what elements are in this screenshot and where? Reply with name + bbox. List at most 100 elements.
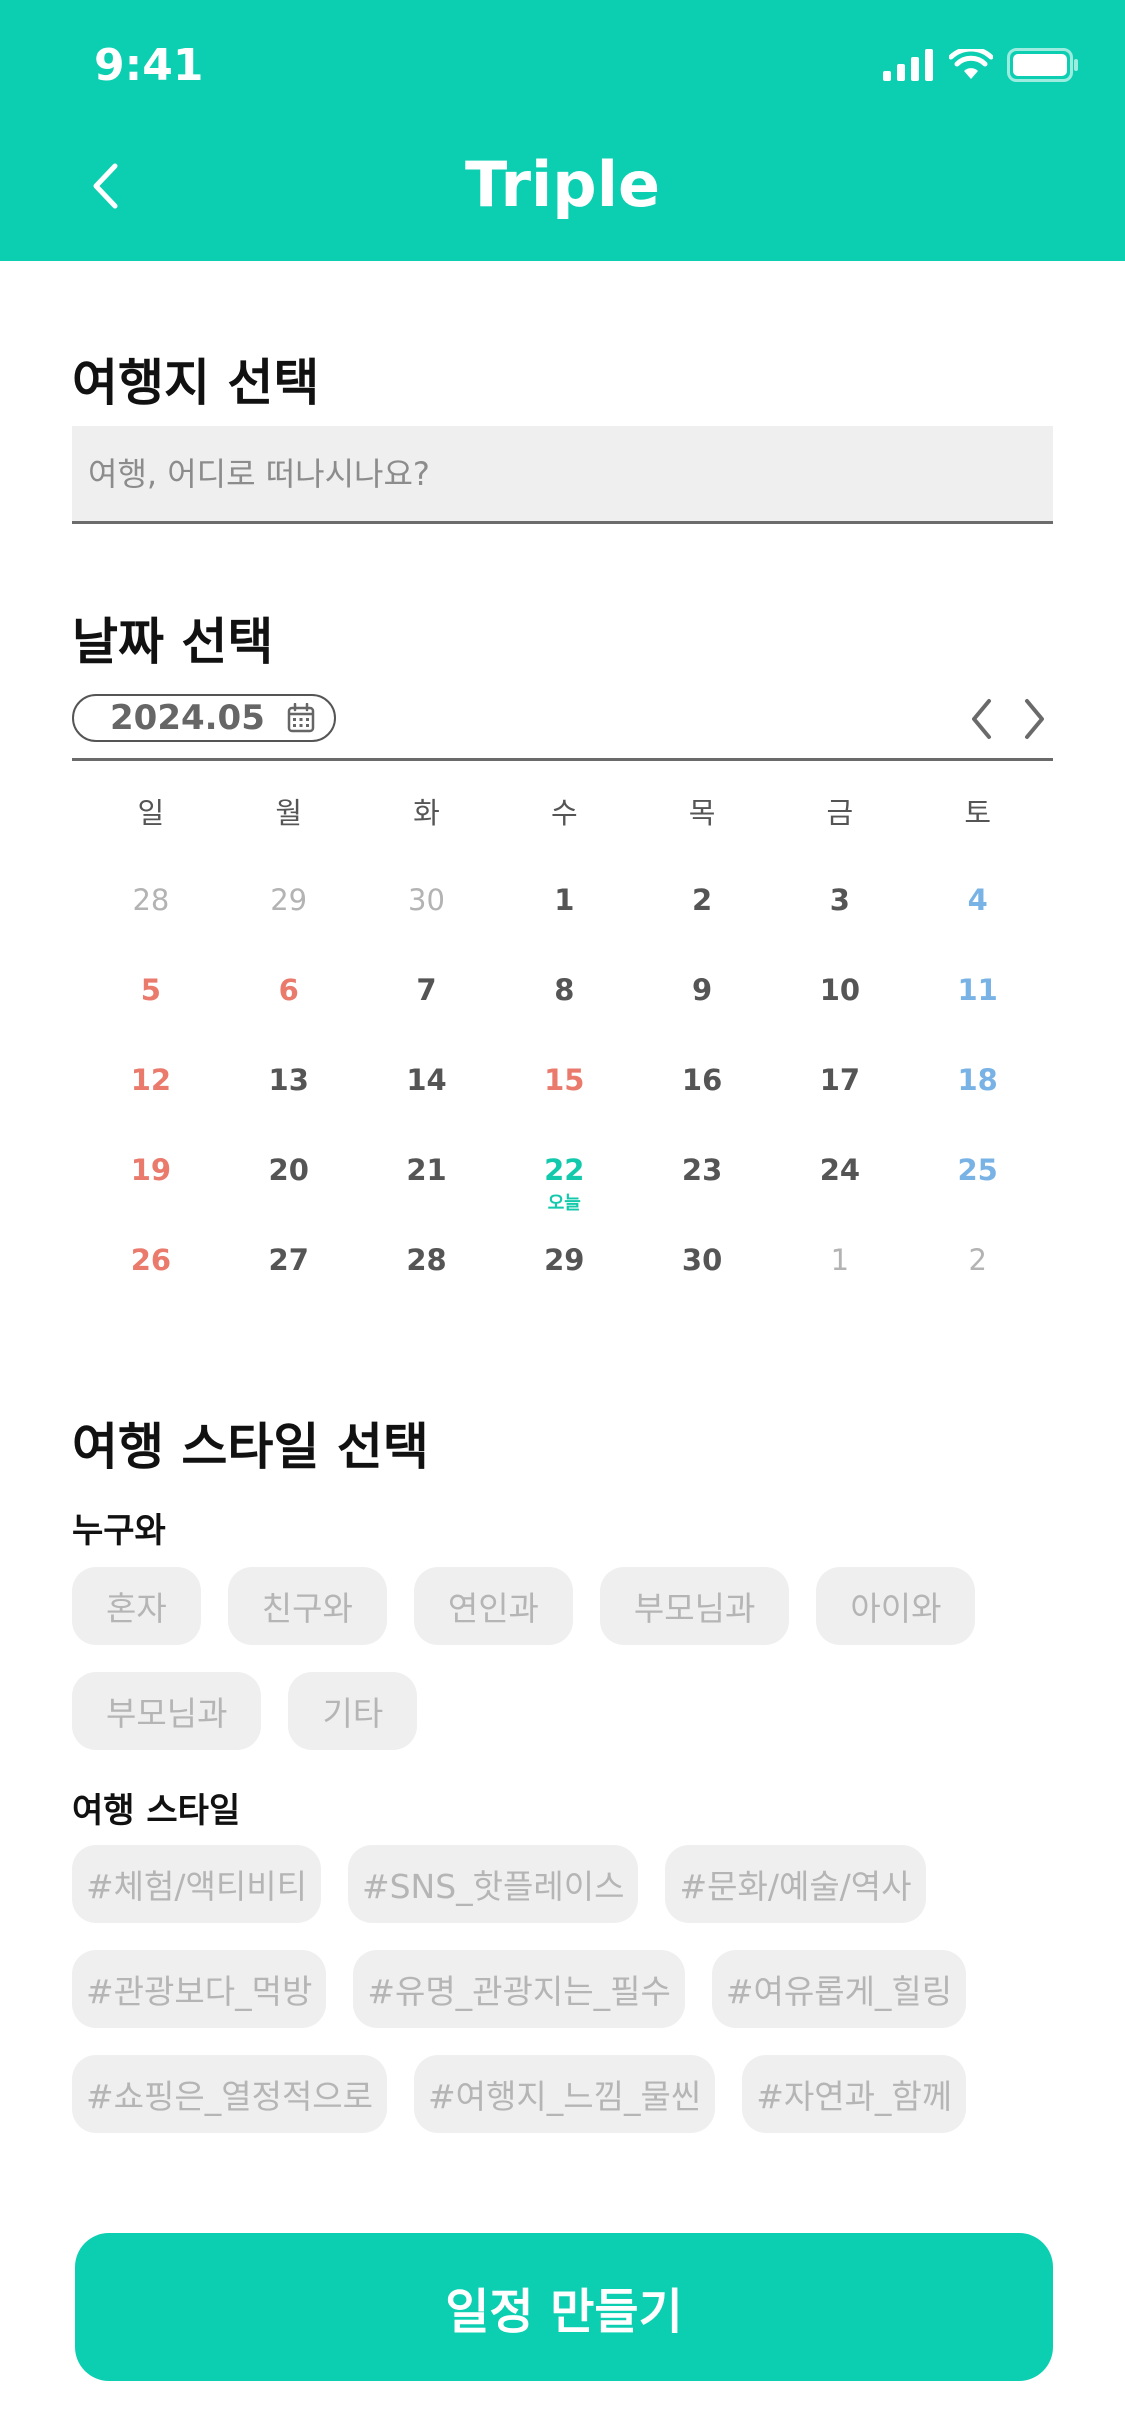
day-number: 27 <box>268 1243 309 1277</box>
next-month-button[interactable] <box>1017 694 1053 744</box>
companion-chips: 혼자 친구와 연인과 부모님과 아이와 부모님과 기타 <box>72 1567 1062 1750</box>
style-tag-chips: #체험/액티비티 #SNS_핫플레이스 #문화/예술/역사 #관광보다_먹방 #유명_관… <box>72 1845 1062 2133</box>
calendar-day[interactable]: 28 <box>82 840 220 930</box>
calendar-day[interactable]: 24 <box>771 1110 909 1200</box>
style-tag-chip[interactable]: #유명_관광지는_필수 <box>353 1950 685 2028</box>
calendar-day[interactable]: 1 <box>495 840 633 930</box>
calendar-day[interactable]: 13 <box>220 1020 358 1110</box>
chevron-right-icon <box>1025 699 1044 739</box>
companion-chip[interactable]: 부모님과 <box>599 1567 790 1645</box>
day-number: 2 <box>968 1243 987 1277</box>
calendar-day[interactable]: 23 <box>633 1110 771 1200</box>
day-number: 12 <box>130 1063 172 1097</box>
battery-icon <box>1007 48 1078 82</box>
day-number: 9 <box>691 973 713 1007</box>
calendar-grid: 일 월 화 수 목 금 토 28 29 30 1 2 3 4 5 6 7 8 9 10 11 12 13 14 15 16 17 18… <box>82 790 1047 1290</box>
day-number: 22 <box>544 1153 585 1187</box>
calendar-day[interactable]: 12 <box>82 1020 220 1110</box>
day-number: 19 <box>130 1153 172 1187</box>
chevron-left-icon <box>972 699 991 739</box>
calendar-day[interactable]: 28 <box>358 1200 496 1290</box>
style-tag-chip[interactable]: #문화/예술/역사 <box>665 1845 926 1923</box>
calendar-day[interactable]: 6 <box>220 930 358 1020</box>
style-tag-chip[interactable]: #여유롭게_힐링 <box>711 1950 967 2028</box>
weekday-label: 금 <box>826 796 854 830</box>
date-title: 날짜 선택 <box>72 613 274 671</box>
day-number: 28 <box>132 883 170 917</box>
style-tag-chip[interactable]: #여행지_느낌_물씬 <box>414 2055 716 2133</box>
calendar-day[interactable]: 10 <box>771 930 909 1020</box>
calendar-day[interactable]: 2 <box>909 1200 1047 1290</box>
day-number: 2 <box>691 883 713 917</box>
calendar-day[interactable]: 29 <box>495 1200 633 1290</box>
companion-chip[interactable]: 친구와 <box>227 1567 387 1645</box>
month-selector[interactable]: 2024.05 <box>72 694 336 742</box>
style-tag-chip[interactable]: #SNS_핫플레이스 <box>347 1845 639 1923</box>
app-title: Triple <box>465 148 660 221</box>
day-number: 4 <box>967 883 988 917</box>
day-number: 16 <box>681 1063 723 1097</box>
calendar-day[interactable]: 27 <box>220 1200 358 1290</box>
day-number: 11 <box>957 973 998 1007</box>
day-number: 8 <box>554 973 575 1007</box>
style-tag-chip[interactable]: #쇼핑은_열정적으로 <box>72 2055 388 2133</box>
companion-title: 누구와 <box>72 1511 166 1551</box>
day-number: 30 <box>408 883 445 917</box>
destination-title: 여행지 선택 <box>72 354 320 412</box>
calendar-icon <box>287 703 315 733</box>
day-number: 7 <box>416 973 437 1007</box>
day-number: 17 <box>819 1063 861 1097</box>
companion-chip[interactable]: 아이와 <box>816 1567 976 1645</box>
calendar-day[interactable]: 7 <box>358 930 496 1020</box>
calendar-day[interactable]: 26 <box>82 1200 220 1290</box>
day-number: 13 <box>268 1063 309 1097</box>
calendar-day[interactable]: 8 <box>495 930 633 1020</box>
calendar-day[interactable]: 3 <box>771 840 909 930</box>
calendar-day[interactable]: 30 <box>358 840 496 930</box>
calendar-day[interactable]: 5 <box>82 930 220 1020</box>
calendar-day[interactable]: 11 <box>909 930 1047 1020</box>
calendar-day[interactable]: 14 <box>358 1020 496 1110</box>
calendar-day[interactable]: 30 <box>633 1200 771 1290</box>
style-tag-chip[interactable]: #자연과_함께 <box>742 2055 967 2133</box>
day-number: 18 <box>957 1063 998 1097</box>
calendar-day[interactable]: 2 <box>633 840 771 930</box>
day-number: 3 <box>829 883 850 917</box>
companion-chip[interactable]: 부모님과 <box>72 1672 262 1750</box>
day-number: 21 <box>406 1153 447 1187</box>
calendar-day[interactable]: 16 <box>633 1020 771 1110</box>
calendar-day[interactable]: 21 <box>358 1110 496 1200</box>
calendar-day[interactable]: 25 <box>909 1110 1047 1200</box>
weekday-label: 토 <box>964 796 992 830</box>
create-itinerary-button[interactable]: 일정 만들기 <box>75 2233 1053 2381</box>
day-number: 24 <box>819 1153 861 1187</box>
calendar-day[interactable]: 4 <box>909 840 1047 930</box>
weekday-label: 일 <box>137 796 165 830</box>
companion-chip[interactable]: 혼자 <box>72 1567 201 1645</box>
calendar-day[interactable]: 19 <box>82 1110 220 1200</box>
style-tag-chip[interactable]: #체험/액티비티 <box>72 1845 321 1923</box>
day-number: 29 <box>270 883 308 917</box>
calendar-day-today[interactable]: 22 오늘 <box>495 1110 633 1214</box>
calendar-day[interactable]: 15 <box>495 1020 633 1110</box>
calendar-day[interactable]: 9 <box>633 930 771 1020</box>
month-label: 2024.05 <box>110 698 265 738</box>
app-header: 9:41 Triple <box>0 0 1125 261</box>
companion-chip[interactable]: 기타 <box>288 1672 418 1750</box>
calendar-day[interactable]: 17 <box>771 1020 909 1110</box>
destination-search-input[interactable] <box>72 426 1053 524</box>
weekday-label: 화 <box>413 796 440 830</box>
month-nav <box>963 694 1053 744</box>
weekday-label: 수 <box>550 796 578 830</box>
style-tag-chip[interactable]: #관광보다_먹방 <box>72 1950 327 2028</box>
calendar-day[interactable]: 18 <box>909 1020 1047 1110</box>
day-number: 20 <box>268 1153 309 1187</box>
prev-month-button[interactable] <box>963 694 999 744</box>
day-number: 10 <box>819 973 861 1007</box>
companion-chip[interactable]: 연인과 <box>413 1567 573 1645</box>
calendar-day[interactable]: 1 <box>771 1200 909 1290</box>
status-icons <box>883 48 1079 82</box>
signal-icon <box>883 49 933 81</box>
calendar-day[interactable]: 29 <box>220 840 358 930</box>
calendar-day[interactable]: 20 <box>220 1110 358 1200</box>
